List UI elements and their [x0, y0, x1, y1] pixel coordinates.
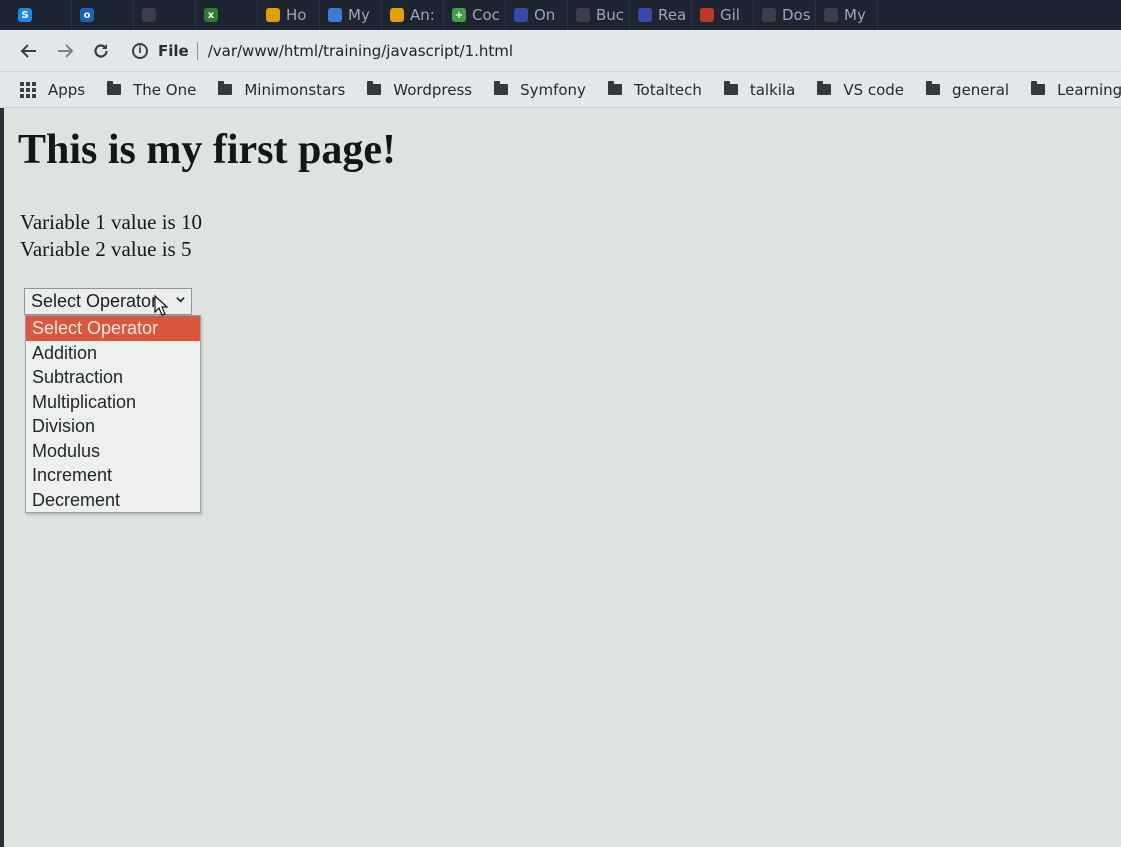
bookmark-label: general: [952, 80, 1010, 99]
browser-tab[interactable]: Gil: [692, 0, 754, 30]
bookmark-label: Totaltech: [633, 80, 702, 99]
browser-toolbar: i File /var/www/html/training/javascript…: [0, 30, 1121, 72]
operator-option[interactable]: Addition: [26, 341, 200, 366]
tab-favicon-icon: [390, 8, 404, 22]
bookmark-label: Learning: [1057, 80, 1121, 99]
tab-label: My: [844, 6, 866, 24]
tab-label: My: [348, 6, 370, 24]
url-scheme-label: File: [158, 41, 189, 60]
bookmark-item[interactable]: Symfony: [494, 81, 586, 99]
cloud-icon: [328, 8, 342, 22]
operator-option[interactable]: Decrement: [26, 488, 200, 513]
operator-option[interactable]: Multiplication: [26, 390, 200, 415]
tab-label: Buc: [596, 6, 625, 24]
operator-option[interactable]: Increment: [26, 463, 200, 488]
operator-select-value: Select Operator: [31, 291, 158, 311]
page-title: This is my first page!: [18, 127, 396, 173]
tab-label: Gil: [720, 6, 740, 24]
bookmark-item[interactable]: Learning: [1031, 81, 1121, 99]
folder-icon: [218, 81, 233, 95]
folder-icon: [494, 81, 509, 95]
bookmark-label: Wordpress: [393, 80, 473, 99]
browser-tab[interactable]: An:: [382, 0, 444, 30]
reload-icon: [94, 43, 108, 58]
tab-label: Rea: [658, 6, 687, 24]
tab-favicon-icon: [514, 8, 528, 22]
browser-tab[interactable]: My: [320, 0, 382, 30]
excel-icon: x: [204, 8, 218, 22]
bookmark-item[interactable]: VS code: [817, 81, 904, 99]
bookmark-item[interactable]: Minimonstars: [218, 81, 345, 99]
bookmark-item[interactable]: The One: [107, 81, 196, 99]
browser-tab[interactable]: x: [196, 0, 258, 30]
variable-1-text: Variable 1 value is 10: [20, 210, 202, 234]
bookmark-label: Symfony: [520, 80, 586, 99]
tab-label: On: [534, 6, 556, 24]
operator-dropdown-list: Select Operator Addition Subtraction Multip…: [25, 315, 201, 513]
folder-icon: [723, 81, 738, 95]
browser-tab[interactable]: Buc: [568, 0, 630, 30]
folder-icon: [107, 81, 122, 95]
folder-icon: [817, 81, 832, 95]
folder-icon: [367, 81, 382, 95]
arrow-right-icon: [58, 43, 74, 58]
folder-icon: [926, 81, 941, 95]
browser-tab[interactable]: Rea: [630, 0, 692, 30]
forward-button[interactable]: [52, 38, 78, 64]
browser-tab[interactable]: o: [72, 0, 134, 30]
back-button[interactable]: [16, 38, 42, 64]
browser-tab[interactable]: Dos: [754, 0, 816, 30]
tab-favicon-icon: [266, 8, 280, 22]
address-bar[interactable]: i File /var/www/html/training/javascript…: [132, 36, 513, 66]
bookmark-label: The One: [133, 80, 197, 99]
operator-option[interactable]: Subtraction: [26, 365, 200, 390]
apps-grid-icon: [20, 81, 36, 98]
tab-favicon-icon: [576, 8, 590, 22]
mouse-cursor-icon: [154, 295, 168, 316]
tab-favicon-icon: [700, 8, 714, 22]
outlook-icon: o: [80, 8, 94, 22]
tab-favicon-icon: [142, 8, 156, 22]
plus-icon: +: [452, 8, 466, 22]
bookmark-list: The One Minimonstars Wordpress Symfony Total…: [107, 81, 1121, 99]
bookmark-item[interactable]: Totaltech: [607, 80, 702, 99]
skype-icon: S: [18, 8, 32, 22]
bookmark-item[interactable]: general: [926, 81, 1009, 99]
bookmark-label: Minimonstars: [244, 80, 346, 99]
page-viewport: This is my first page! Variable 1 value …: [4, 108, 1121, 847]
tab-favicon-icon: [638, 8, 652, 22]
bookmark-label: Apps: [48, 80, 86, 99]
info-icon[interactable]: i: [132, 42, 148, 59]
bookmark-apps[interactable]: Apps: [20, 81, 85, 99]
variable-2-text: Variable 2 value is 5: [20, 237, 192, 261]
chevron-down-icon: [176, 297, 185, 303]
tab-favicon-icon: [762, 8, 776, 22]
bookmark-item[interactable]: talkila: [723, 80, 796, 99]
operator-option[interactable]: Select Operator: [26, 316, 200, 341]
browser-tab[interactable]: Ho: [258, 0, 320, 30]
tab-label: An:: [410, 6, 435, 24]
browser-tab[interactable]: [134, 0, 196, 30]
folder-icon: [1031, 81, 1046, 95]
browser-tab[interactable]: + Coc: [444, 0, 506, 30]
tab-label: Coc: [472, 6, 500, 24]
url-text[interactable]: /var/www/html/training/javascript/1.html: [208, 42, 513, 60]
tab-favicon-icon: [824, 8, 838, 22]
tab-label: Ho: [286, 6, 307, 24]
folder-icon: [607, 81, 622, 95]
browser-tab[interactable]: My: [816, 0, 878, 30]
operator-option[interactable]: Modulus: [26, 439, 200, 464]
arrow-left-icon: [20, 43, 36, 58]
bookmark-label: VS code: [843, 80, 905, 99]
bookmark-label: talkila: [749, 80, 796, 99]
reload-button[interactable]: [88, 38, 114, 64]
bookmark-item[interactable]: Wordpress: [367, 81, 472, 99]
browser-tab[interactable]: On: [506, 0, 568, 30]
browser-tab[interactable]: S: [10, 0, 72, 30]
tab-strip: So x Ho My An: + Coc On Buc Rea Gil Dos My: [0, 0, 1121, 30]
operator-option[interactable]: Division: [26, 414, 200, 439]
bookmarks-bar: Apps The One Minimonstars Wordpress Symfony…: [0, 72, 1121, 108]
divider: [196, 41, 198, 60]
tab-label: Dos: [782, 6, 811, 24]
